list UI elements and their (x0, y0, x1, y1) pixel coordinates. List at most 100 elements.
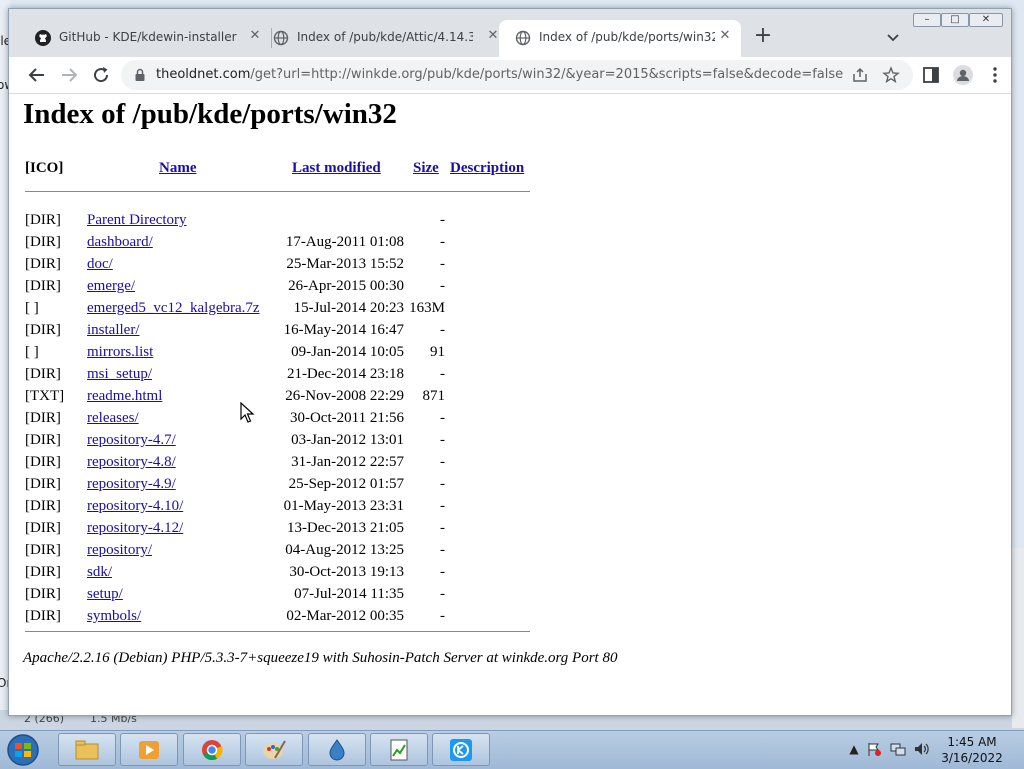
last-modified-cell: 03-Jan-2012 13:01 (291, 432, 404, 448)
profile-avatar-icon[interactable] (953, 65, 973, 85)
size-cell: - (440, 366, 445, 382)
star-icon[interactable] (882, 66, 900, 84)
reload-icon[interactable] (89, 63, 113, 87)
last-modified-cell: 30-Oct-2013 19:13 (289, 564, 404, 580)
mouse-cursor-icon (240, 402, 255, 423)
file-name-link[interactable]: repository-4.9/ (87, 476, 176, 493)
file-name-link[interactable]: readme.html (87, 388, 162, 405)
more-menu-icon[interactable] (985, 65, 1005, 85)
file-name-link[interactable]: repository-4.8/ (87, 454, 176, 471)
file-name-link[interactable]: repository-4.12/ (87, 520, 183, 537)
taskbar: ▲ 1:45 AM 3/16/2022 (0, 730, 1024, 769)
size-cell: - (440, 234, 445, 250)
chevron-down-icon[interactable] (883, 27, 903, 47)
speaker-icon[interactable] (913, 741, 929, 757)
file-name-link[interactable]: releases/ (87, 410, 139, 427)
kde-icon (450, 739, 472, 761)
file-type-icon: [DIR] (25, 542, 61, 558)
file-name-link[interactable]: msi_setup/ (87, 366, 152, 383)
share-icon[interactable] (851, 66, 869, 84)
header-name-link[interactable]: Name (159, 160, 197, 177)
lock-icon[interactable] (133, 68, 147, 82)
last-modified-cell: 21-Dec-2014 23:18 (286, 366, 404, 382)
file-type-icon: [TXT] (25, 388, 65, 404)
taskbar-droplet[interactable] (308, 733, 366, 766)
maximize-button[interactable]: □ (941, 13, 969, 27)
file-type-icon: [ ] (25, 344, 39, 360)
file-name-link[interactable]: repository-4.10/ (87, 498, 183, 515)
page-title: Index of /pub/kde/ports/win32 (23, 98, 397, 130)
tab-attic[interactable]: Index of /pub/kde/Attic/4.14.3/sr ✕ (257, 20, 505, 57)
file-type-icon: [DIR] (25, 498, 61, 514)
file-name-link[interactable]: repository/ (87, 542, 152, 559)
address-bar[interactable]: theoldnet.com/get?url=http://winkde.org/… (121, 60, 913, 90)
size-cell: - (440, 498, 445, 514)
action-center-flag-icon[interactable] (866, 741, 882, 757)
network-icon[interactable] (890, 741, 906, 757)
background-window-edge (1012, 548, 1024, 728)
url-host: theoldnet.com (156, 67, 251, 82)
size-cell: - (440, 608, 445, 624)
taskbar-paint[interactable] (245, 733, 303, 766)
windows-start-icon[interactable] (4, 733, 42, 767)
taskbar-notepad-chart[interactable] (370, 733, 428, 766)
taskbar-media-player[interactable] (120, 733, 178, 766)
clock-time: 1:45 AM (947, 735, 997, 749)
forward-arrow-icon[interactable] (57, 63, 81, 87)
side-panel-icon[interactable] (921, 65, 941, 85)
file-type-icon: [DIR] (25, 520, 61, 536)
file-name-link[interactable]: Parent Directory (87, 212, 187, 229)
file-type-icon: [DIR] (25, 476, 61, 492)
last-modified-cell: 17-Aug-2011 01:08 (285, 234, 404, 250)
taskbar-explorer[interactable] (58, 733, 116, 766)
close-icon[interactable]: ✕ (717, 28, 733, 44)
taskbar-chrome[interactable] (183, 733, 241, 766)
taskbar-kde[interactable] (432, 733, 490, 766)
size-cell: - (440, 476, 445, 492)
folder-icon (75, 740, 99, 760)
header-last-modified-link[interactable]: Last modified (292, 160, 381, 177)
back-arrow-icon[interactable] (25, 63, 49, 87)
last-modified-cell: 09-Jan-2014 10:05 (291, 344, 404, 360)
file-name-link[interactable]: repository-4.7/ (87, 432, 176, 449)
file-name-link[interactable]: symbols/ (87, 608, 141, 625)
last-modified-cell: 13-Dec-2013 21:05 (286, 520, 404, 536)
browser-toolbar: theoldnet.com/get?url=http://winkde.org/… (9, 57, 1011, 94)
file-type-icon: [DIR] (25, 586, 61, 602)
size-cell: - (440, 256, 445, 272)
file-name-link[interactable]: emerge/ (87, 278, 135, 295)
file-type-icon: [DIR] (25, 212, 61, 228)
minimize-button[interactable]: – (913, 13, 941, 27)
file-name-link[interactable]: sdk/ (87, 564, 112, 581)
size-cell: 871 (422, 388, 446, 404)
paint-icon (263, 740, 286, 759)
tray-chevron-up-icon[interactable]: ▲ (846, 741, 862, 757)
size-cell: 163M (409, 300, 445, 316)
file-type-icon: [DIR] (25, 454, 61, 470)
file-name-link[interactable]: mirrors.list (87, 344, 153, 361)
size-cell: 91 (430, 344, 445, 360)
close-window-button[interactable]: ✕ (969, 13, 1003, 27)
header-rule (25, 191, 530, 192)
tab-ports-win32[interactable]: Index of /pub/kde/ports/win32 ✕ (499, 20, 741, 57)
file-name-link[interactable]: doc/ (87, 256, 113, 273)
header-size-link[interactable]: Size (413, 160, 439, 177)
clock-date: 3/16/2022 (941, 751, 1003, 765)
file-type-icon: [DIR] (25, 234, 61, 250)
file-name-link[interactable]: dashboard/ (87, 234, 153, 251)
github-icon (35, 30, 51, 46)
file-type-icon: [DIR] (25, 564, 61, 580)
last-modified-cell: 07-Jul-2014 11:35 (294, 586, 404, 602)
last-modified-cell: 30-Oct-2011 21:56 (289, 410, 404, 426)
new-tab-button[interactable]: + (751, 25, 775, 49)
header-description-link[interactable]: Description (450, 160, 524, 177)
url-path: /get?url=http://winkde.org/pub/kde/ports… (250, 67, 844, 82)
file-name-link[interactable]: setup/ (87, 586, 123, 603)
file-name-link[interactable]: installer/ (87, 322, 140, 339)
system-clock[interactable]: 1:45 AM 3/16/2022 (932, 734, 1012, 766)
url-text[interactable]: theoldnet.com/get?url=http://winkde.org/… (156, 67, 843, 82)
tab-title: GitHub - KDE/kdewin-installer at (59, 30, 239, 44)
file-type-icon: [DIR] (25, 256, 61, 272)
tab-github[interactable]: GitHub - KDE/kdewin-installer at ✕ (19, 20, 267, 57)
page-content: Index of /pub/kde/ports/win32 [ICO] Name… (9, 94, 1011, 715)
